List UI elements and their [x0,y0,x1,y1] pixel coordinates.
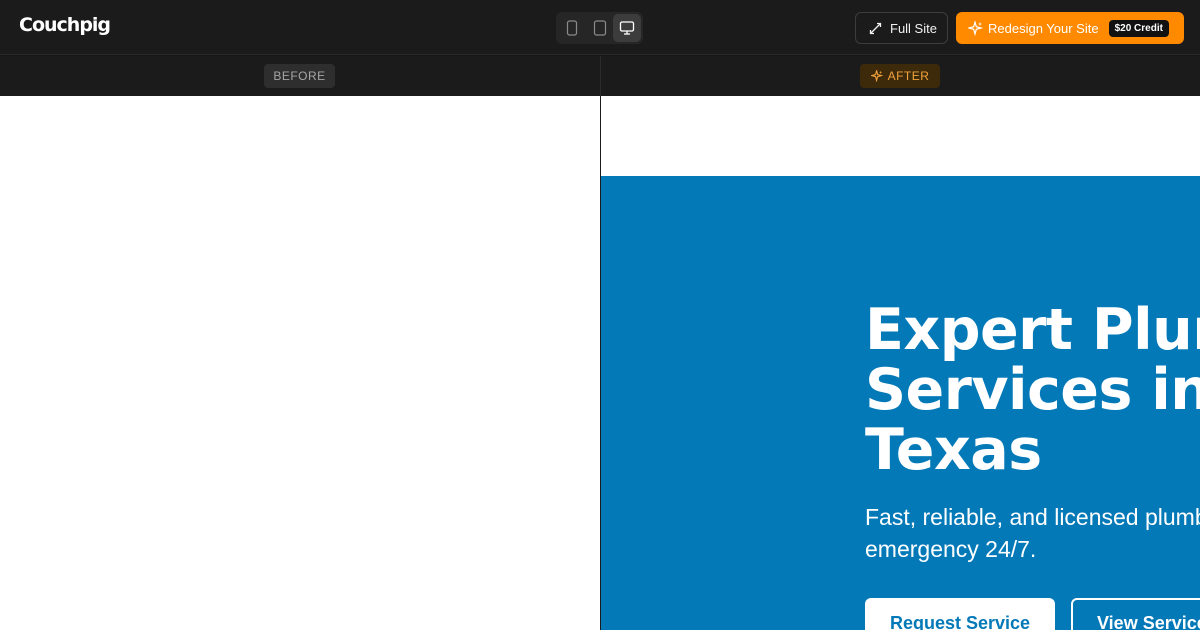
device-toggle-group [556,12,643,44]
phone-icon [566,20,577,36]
before-preview-pane [0,96,600,630]
after-label-text: AFTER [887,69,930,83]
sparkle-icon [870,70,883,82]
credit-badge: $20 Credit [1108,19,1169,37]
mobile-view-button[interactable] [558,14,586,42]
desktop-view-button[interactable] [613,14,642,42]
view-services-button[interactable]: View Services [1071,598,1200,630]
hero-title-line: Texas [865,417,1042,483]
monitor-icon [620,21,635,35]
hero-subtitle-line: Fast, reliable, and licensed plumbing [865,504,1200,530]
full-site-label: Full Site [890,20,937,36]
hero-title-line: Services in [865,357,1200,423]
tablet-view-button[interactable] [586,14,614,42]
after-preview-pane: Expert Plumbing Services in Texas Fast, … [601,96,1200,630]
expand-icon [869,22,882,34]
redesign-site-button[interactable]: Redesign Your Site $20 Credit [956,12,1184,44]
hero-subtitle-line: emergency 24/7. [865,536,1037,562]
logo: Couchpig [19,14,111,36]
top-toolbar: Couchpig Full Site Redesign Your Site $2… [0,0,1200,55]
hero-subtitle: Fast, reliable, and licensed plumbing em… [865,501,1200,565]
sparkle-icon [968,20,983,36]
hero-title: Expert Plumbing Services in Texas [865,300,1200,480]
hero-title-line: Expert Plumbing [865,297,1200,363]
label-divider [600,56,601,96]
tablet-icon [593,20,606,36]
hero-section: Expert Plumbing Services in Texas Fast, … [601,176,1200,630]
before-label: BEFORE [264,64,335,88]
request-service-button[interactable]: Request Service [865,598,1055,630]
after-label: AFTER [860,64,940,88]
redesign-label: Redesign Your Site [988,20,1099,36]
full-site-button[interactable]: Full Site [855,12,948,44]
